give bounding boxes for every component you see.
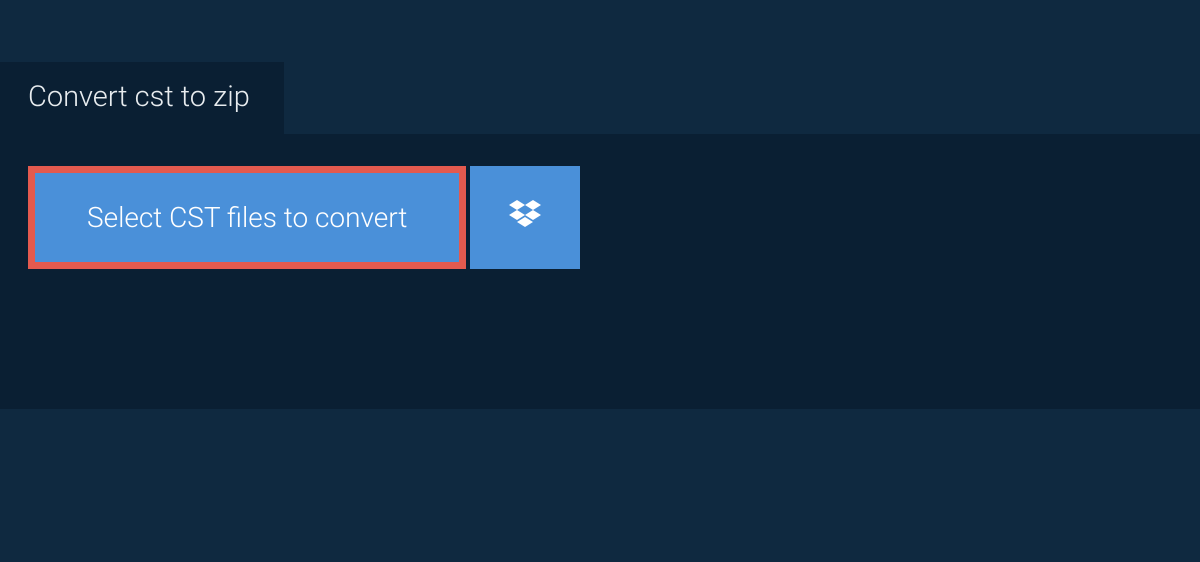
dropbox-button[interactable] xyxy=(470,166,580,269)
select-files-button[interactable]: Select CST files to convert xyxy=(28,166,466,269)
tab-bar: Convert cst to zip xyxy=(0,62,1200,134)
tab-label: Convert cst to zip xyxy=(28,80,250,114)
tab-convert[interactable]: Convert cst to zip xyxy=(0,62,284,134)
select-files-label: Select CST files to convert xyxy=(87,201,407,234)
dropbox-icon xyxy=(505,196,545,240)
button-row: Select CST files to convert xyxy=(28,166,1172,269)
content-panel: Select CST files to convert xyxy=(0,134,1200,409)
